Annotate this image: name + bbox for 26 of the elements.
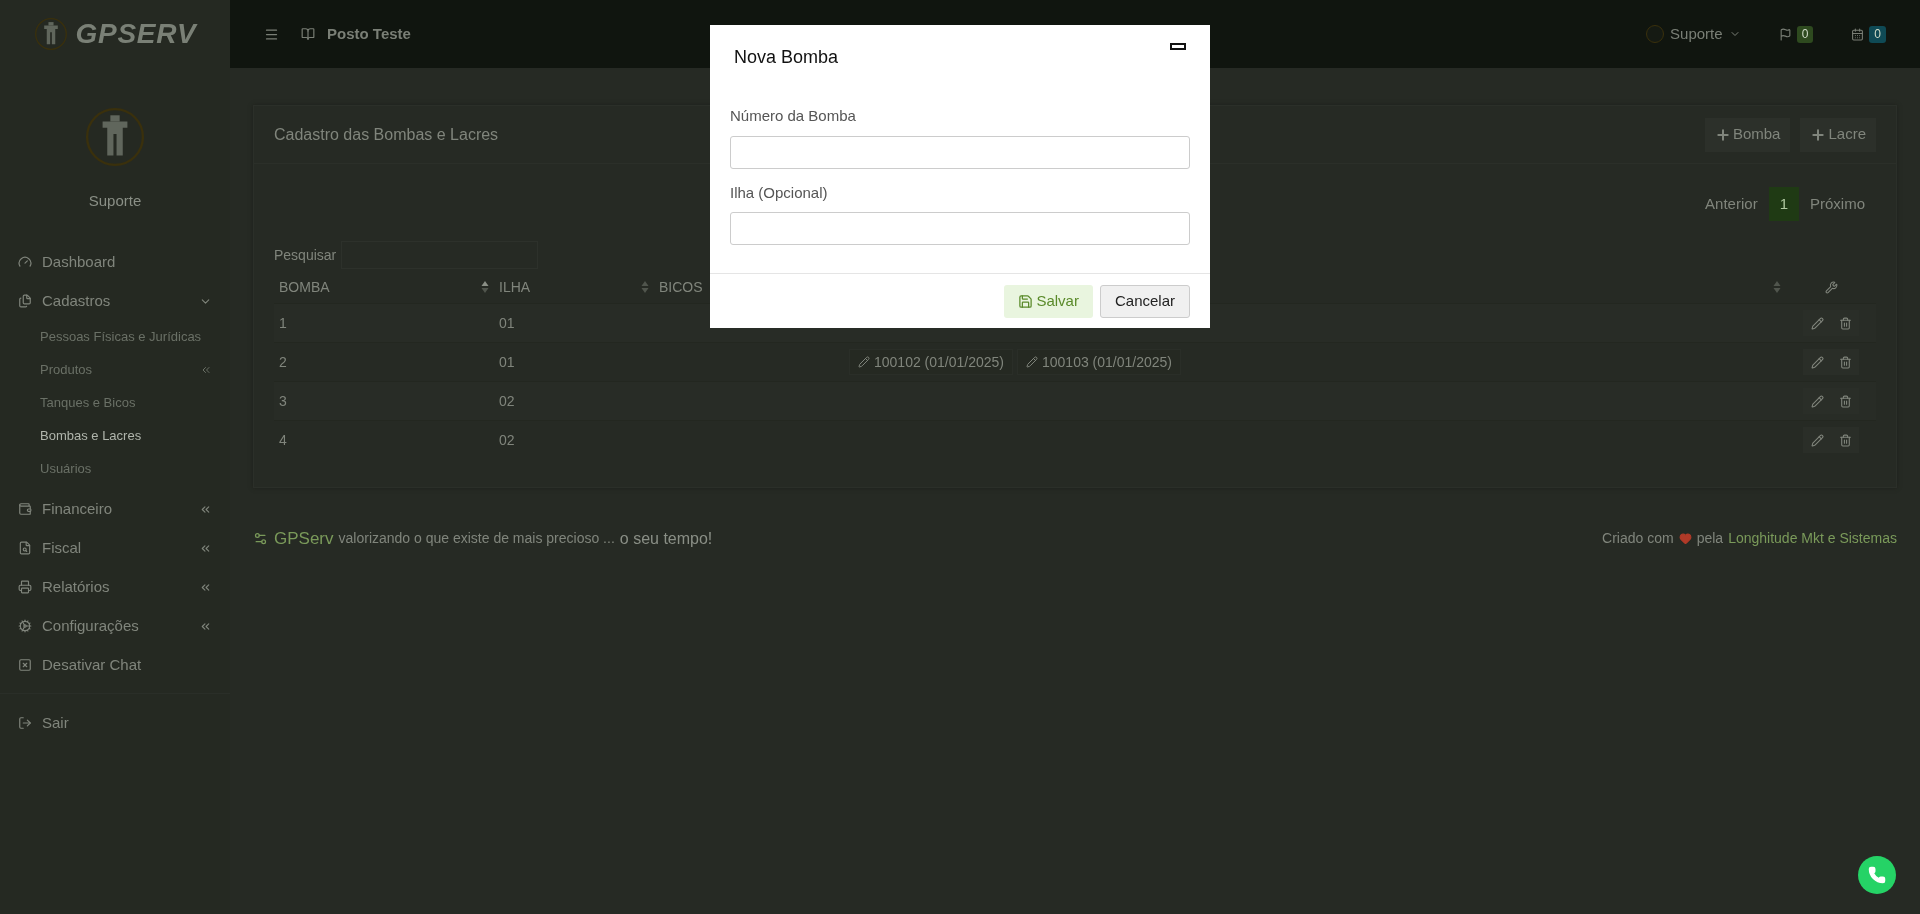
column-label: BICOS <box>659 277 704 297</box>
table-cell-text: 2 <box>278 352 288 372</box>
footer-brand: GPServ <box>274 528 334 550</box>
modal-title: Nova Bomba <box>734 46 840 69</box>
column-label: BOMBA <box>279 277 331 297</box>
logo-text: GPSERV <box>75 17 197 51</box>
search-label: Pesquisar <box>274 245 337 265</box>
table-cell-text: 4 <box>278 430 288 450</box>
credit-text: Criado com <box>1602 529 1674 549</box>
table-cell-text: 3 <box>278 391 288 411</box>
credit-text: pela <box>1696 529 1724 549</box>
table-cell-text: 1 <box>278 313 288 333</box>
user-name: Suporte <box>88 191 142 211</box>
count-badge: 0 <box>1796 25 1814 43</box>
count-badge: 0 <box>1869 25 1886 43</box>
field-label: Número da Bomba <box>730 106 857 126</box>
footer-slogan: valorizando o que existe de mais precioso ... <box>338 529 615 549</box>
table-cell-text: 02 <box>498 430 516 450</box>
company-name: Posto Teste <box>327 23 411 44</box>
table-cell-text: 01 <box>498 313 516 333</box>
footer-tagline: o seu tempo! <box>619 528 713 549</box>
column-label: ILHA <box>499 277 532 297</box>
table-cell-text: 02 <box>498 391 516 411</box>
card-title: Cadastro das Bombas e Lacres <box>274 124 500 145</box>
field-label: Ilha (Opcional) <box>730 182 829 203</box>
table-cell-text: 01 <box>498 352 516 372</box>
